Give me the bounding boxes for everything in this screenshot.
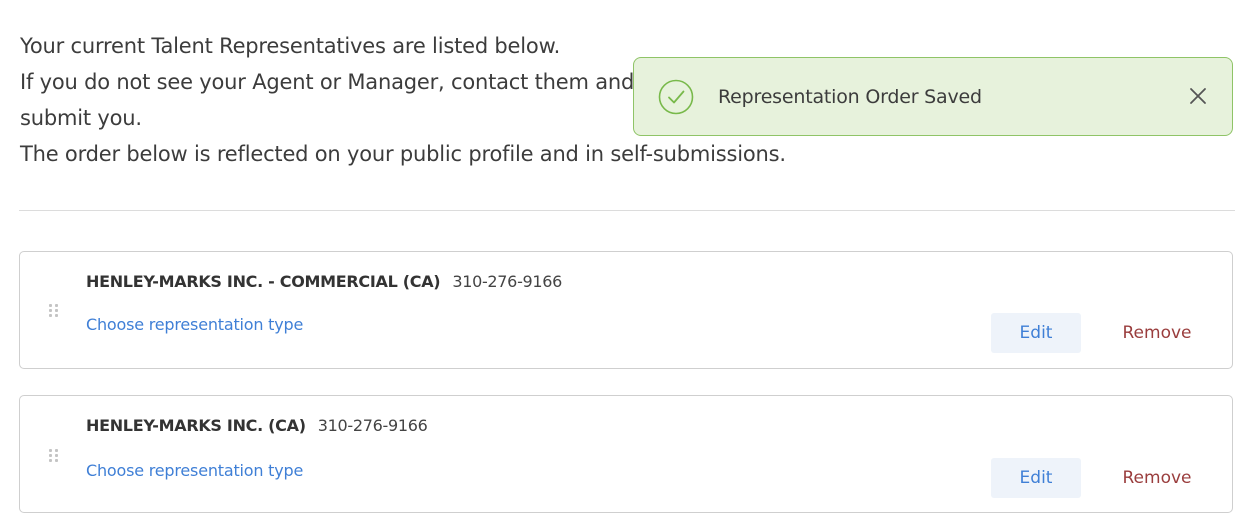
representative-name-row: HENLEY-MARKS INC. - COMMERCIAL (CA) 310-2… xyxy=(86,272,562,291)
representative-name: HENLEY-MARKS INC. - COMMERCIAL (CA) xyxy=(86,272,441,291)
close-icon[interactable] xyxy=(1186,84,1210,108)
representative-name-row: HENLEY-MARKS INC. (CA) 310-276-9166 xyxy=(86,416,428,435)
remove-button[interactable]: Remove xyxy=(1112,458,1202,498)
representative-name: HENLEY-MARKS INC. (CA) xyxy=(86,416,306,435)
toast-message: Representation Order Saved xyxy=(718,86,982,108)
divider xyxy=(19,210,1235,211)
representative-phone: 310-276-9166 xyxy=(452,272,563,291)
remove-button[interactable]: Remove xyxy=(1112,313,1202,353)
representative-card: HENLEY-MARKS INC. (CA) 310-276-9166 Choos… xyxy=(19,395,1233,513)
success-toast: Representation Order Saved xyxy=(633,57,1233,136)
representative-card: HENLEY-MARKS INC. - COMMERCIAL (CA) 310-2… xyxy=(19,251,1233,369)
choose-representation-type-link[interactable]: Choose representation type xyxy=(86,461,303,480)
check-circle-icon xyxy=(658,79,694,115)
intro-line-4: The order below is reflected on your pub… xyxy=(20,142,786,166)
edit-button[interactable]: Edit xyxy=(991,313,1081,353)
drag-handle-icon[interactable] xyxy=(49,449,59,465)
drag-handle-icon[interactable] xyxy=(49,304,59,320)
representative-phone: 310-276-9166 xyxy=(317,416,428,435)
edit-button[interactable]: Edit xyxy=(991,458,1081,498)
choose-representation-type-link[interactable]: Choose representation type xyxy=(86,315,303,334)
